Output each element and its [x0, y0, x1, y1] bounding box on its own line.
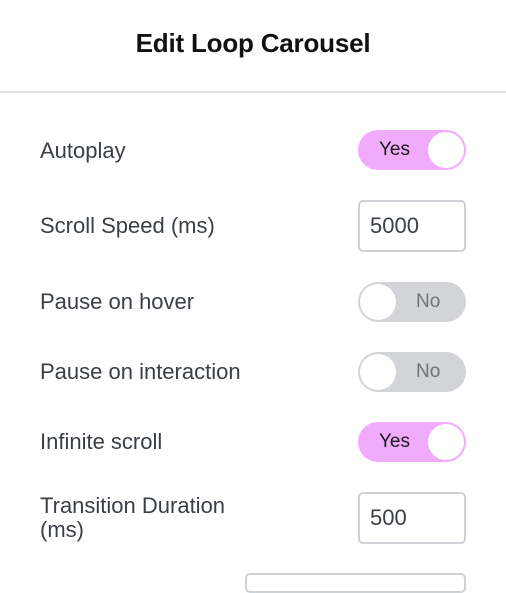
transition-duration-label-line2: (ms)	[40, 517, 84, 542]
infinite-scroll-toggle-text: Yes	[379, 431, 410, 452]
infinite-scroll-toggle[interactable]: Yes	[358, 422, 466, 462]
toggle-knob	[428, 424, 464, 460]
panel-title: Edit Loop Carousel	[135, 28, 371, 58]
pause-on-interaction-toggle[interactable]: No	[358, 352, 466, 392]
scroll-speed-input[interactable]	[358, 200, 466, 252]
pause-on-hover-toggle[interactable]: No	[358, 282, 466, 322]
next-field-partial[interactable]	[245, 573, 466, 593]
panel-header: Edit Loop Carousel	[0, 0, 506, 93]
toggle-knob	[428, 132, 464, 168]
pause-on-interaction-label: Pause on interaction	[40, 359, 241, 384]
transition-duration-label: Transition Duration (ms)	[40, 494, 225, 542]
pause-on-hover-toggle-text: No	[416, 291, 441, 312]
toggle-knob	[360, 284, 396, 320]
infinite-scroll-label: Infinite scroll	[40, 429, 163, 454]
autoplay-toggle-text: Yes	[379, 139, 410, 160]
pause-on-hover-label: Pause on hover	[40, 289, 195, 314]
toggle-knob	[360, 354, 396, 390]
scroll-speed-label: Scroll Speed (ms)	[40, 213, 215, 238]
transition-duration-input[interactable]	[358, 492, 466, 544]
autoplay-label: Autoplay	[40, 138, 126, 163]
autoplay-toggle[interactable]: Yes	[358, 130, 466, 170]
pause-on-interaction-toggle-text: No	[416, 361, 441, 382]
transition-duration-label-line1: Transition Duration	[40, 493, 226, 518]
